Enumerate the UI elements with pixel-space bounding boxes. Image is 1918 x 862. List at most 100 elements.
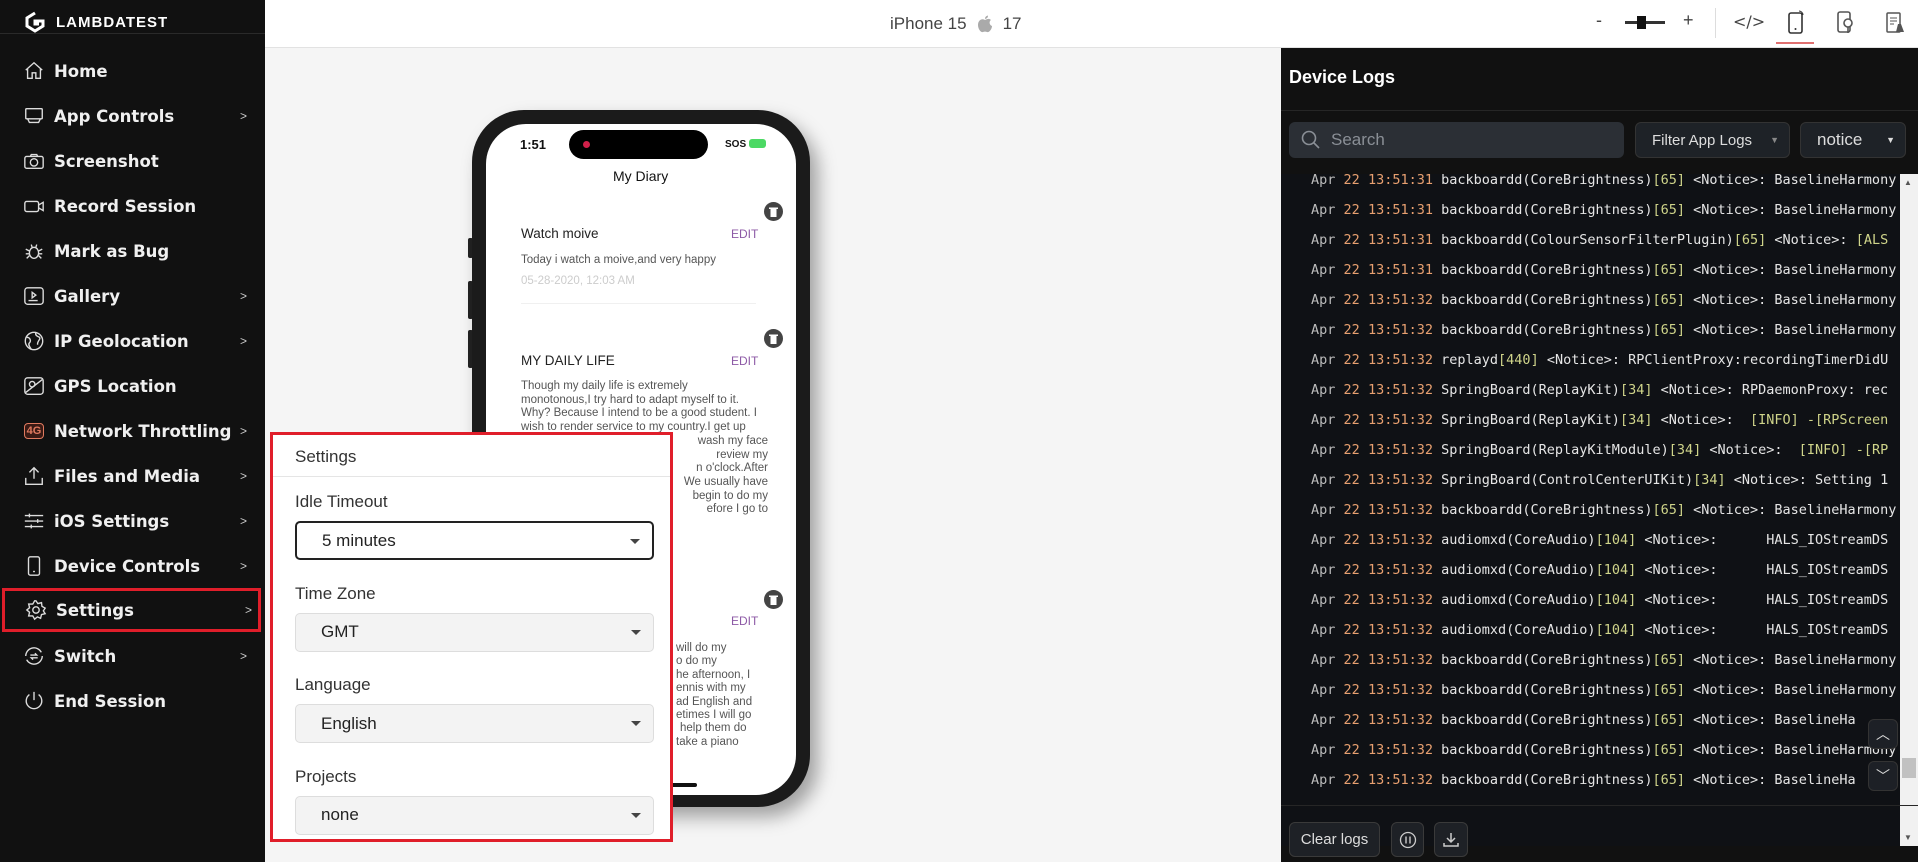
clear-logs-button[interactable]: Clear logs	[1289, 822, 1380, 857]
select-value: 5 minutes	[322, 530, 396, 550]
edit-entry-button[interactable]: EDIT	[731, 227, 758, 241]
divider	[1281, 805, 1918, 806]
video-camera-icon	[24, 200, 44, 213]
entry-body-line: review my	[716, 448, 768, 461]
caret-down-icon	[631, 629, 641, 635]
device-logs-icon[interactable]	[1787, 9, 1805, 35]
entry-body-line: ennis with my	[676, 682, 746, 695]
sidebar-item-device-controls[interactable]: Device Controls >	[0, 544, 265, 588]
sidebar-item-ios-settings[interactable]: iOS Settings >	[0, 499, 265, 543]
log-row: Apr 22 13:51:31 backboardd(CoreBrightnes…	[1311, 202, 1897, 218]
dynamic-island	[569, 130, 708, 159]
entry-body-line: will do my	[676, 642, 727, 654]
chevron-right-icon: >	[240, 559, 248, 573]
log-row: Apr 22 13:51:32 audiomxd(CoreAudio)[104]…	[1311, 532, 1889, 548]
scrollbar-thumb[interactable]	[1902, 758, 1916, 778]
sidebar-item-mark-as-bug[interactable]: Mark as Bug	[0, 229, 265, 273]
projects-select[interactable]: none	[295, 795, 654, 835]
code-icon[interactable]: </>	[1733, 12, 1765, 31]
idle-timeout-select[interactable]: 5 minutes	[295, 521, 654, 560]
status-time: 1:51	[520, 137, 547, 152]
sidebar-item-end-session[interactable]: End Session	[0, 679, 265, 723]
sidebar-item-gallery[interactable]: Gallery >	[0, 274, 265, 318]
delete-entry-button[interactable]	[764, 202, 783, 221]
globe-icon	[24, 331, 44, 351]
entry-title: Watch moive	[521, 226, 599, 241]
language-select[interactable]: English	[295, 704, 654, 743]
filter-app-logs-dropdown[interactable]: Filter App Logs ▼	[1635, 122, 1790, 158]
zoom-slider-knob[interactable]	[1637, 16, 1646, 29]
entry-body-line: help them do	[680, 722, 747, 735]
log-row: Apr 22 13:51:32 backboardd(CoreBrightnes…	[1311, 682, 1897, 698]
sidebar-item-files-and-media[interactable]: Files and Media >	[0, 454, 265, 498]
filter-label: Filter App Logs	[1652, 131, 1753, 149]
zoom-out-button[interactable]: -	[1596, 10, 1602, 31]
inspect-icon[interactable]	[1836, 9, 1856, 37]
device-logs-panel: Device Logs Search Filter App Logs ▼ noti…	[1281, 48, 1918, 862]
entry-body-line: ad English and	[676, 695, 753, 708]
logs-title: Device Logs	[1289, 67, 1396, 87]
sidebar-item-label: End Session	[54, 691, 167, 711]
log-list[interactable]: Apr 22 13:51:31 backboardd(CoreBrightnes…	[1281, 174, 1900, 846]
select-value: GMT	[321, 622, 359, 641]
log-row: Apr 22 13:51:32 backboardd(CoreBrightnes…	[1311, 322, 1897, 338]
select-value: English	[321, 713, 377, 733]
sidebar-item-gps-location[interactable]: GPS Location	[0, 364, 265, 408]
sidebar-item-label: Record Session	[54, 196, 197, 216]
chevron-right-icon: >	[240, 334, 248, 348]
icon-wrap	[22, 59, 46, 83]
download-logs-button[interactable]	[1434, 822, 1468, 857]
entry-body-line: etimes I will go	[676, 709, 752, 721]
power-icon	[25, 691, 43, 710]
delete-entry-button[interactable]	[764, 329, 783, 348]
sidebar-item-record-session[interactable]: Record Session	[0, 184, 265, 228]
sidebar-item-label: iOS Settings	[54, 511, 170, 531]
sliders-icon	[24, 513, 44, 529]
sidebar-item-label: Home	[54, 61, 108, 81]
sidebar-item-label: Files and Media	[54, 466, 200, 486]
icon-wrap	[22, 689, 46, 713]
log-search-input[interactable]: Search	[1289, 122, 1624, 158]
battery-charging-icon	[749, 139, 766, 148]
search-icon	[1301, 130, 1320, 149]
scroll-to-top-button[interactable]: ︿	[1868, 719, 1898, 749]
sidebar-item-home[interactable]: Home	[0, 49, 265, 93]
delete-entry-button[interactable]	[764, 590, 783, 609]
entry-title: MY DAILY LIFE	[521, 353, 615, 368]
log-row: Apr 22 13:51:32 backboardd(CoreBrightnes…	[1311, 652, 1897, 668]
sidebar-item-switch[interactable]: Switch >	[0, 634, 265, 678]
zoom-in-button[interactable]: +	[1683, 10, 1694, 31]
sidebar-item-label: Device Controls	[54, 556, 201, 576]
log-row: Apr 22 13:51:32 backboardd(CoreBrightnes…	[1311, 292, 1897, 308]
sidebar-item-label: App Controls	[54, 106, 175, 126]
sidebar-item-ip-geolocation[interactable]: IP Geolocation >	[0, 319, 265, 363]
test-report-icon[interactable]	[1885, 11, 1905, 35]
sidebar-item-label: Mark as Bug	[54, 241, 170, 261]
sidebar-item-app-controls[interactable]: App Controls >	[0, 94, 265, 138]
status-carrier: SOS	[725, 139, 747, 150]
chevron-right-icon: >	[240, 109, 248, 123]
sidebar-item-screenshot[interactable]: Screenshot	[0, 139, 265, 183]
log-level-dropdown[interactable]: notice ▼	[1800, 122, 1906, 158]
sidebar: LAMBDATEST Home App Controls > Screenshot Re…	[0, 0, 265, 862]
apple-icon	[977, 15, 992, 33]
scrollbar[interactable]: ▲ ▼	[1900, 174, 1918, 846]
pause-logs-button[interactable]	[1391, 822, 1424, 857]
sidebar-item-settings[interactable]: Settings >	[2, 588, 261, 632]
trash-icon	[769, 595, 778, 605]
scroll-to-bottom-button[interactable]: ﹀	[1868, 761, 1898, 791]
time-zone-select[interactable]: GMT	[295, 612, 654, 652]
chevron-down-icon: ﹀	[1876, 768, 1890, 784]
entry-body-line: begin to do my	[692, 489, 768, 502]
log-row: Apr 22 13:51:32 SpringBoard(ReplayKit)[3…	[1311, 382, 1889, 398]
logo-icon	[25, 11, 45, 33]
log-row: Apr 22 13:51:32 SpringBoard(ReplayKit)[3…	[1311, 412, 1889, 428]
setting-label: Language	[295, 675, 371, 694]
edit-entry-button[interactable]: EDIT	[731, 614, 758, 628]
log-row: Apr 22 13:51:32 SpringBoard(ReplayKitMod…	[1311, 442, 1889, 458]
zoom-slider[interactable]	[1625, 16, 1665, 29]
trash-icon	[769, 334, 778, 344]
sidebar-item-network-throttling[interactable]: 4G Network Throttling >	[0, 409, 265, 453]
log-row: Apr 22 13:51:32 audiomxd(CoreAudio)[104]…	[1311, 592, 1889, 608]
edit-entry-button[interactable]: EDIT	[731, 354, 758, 368]
